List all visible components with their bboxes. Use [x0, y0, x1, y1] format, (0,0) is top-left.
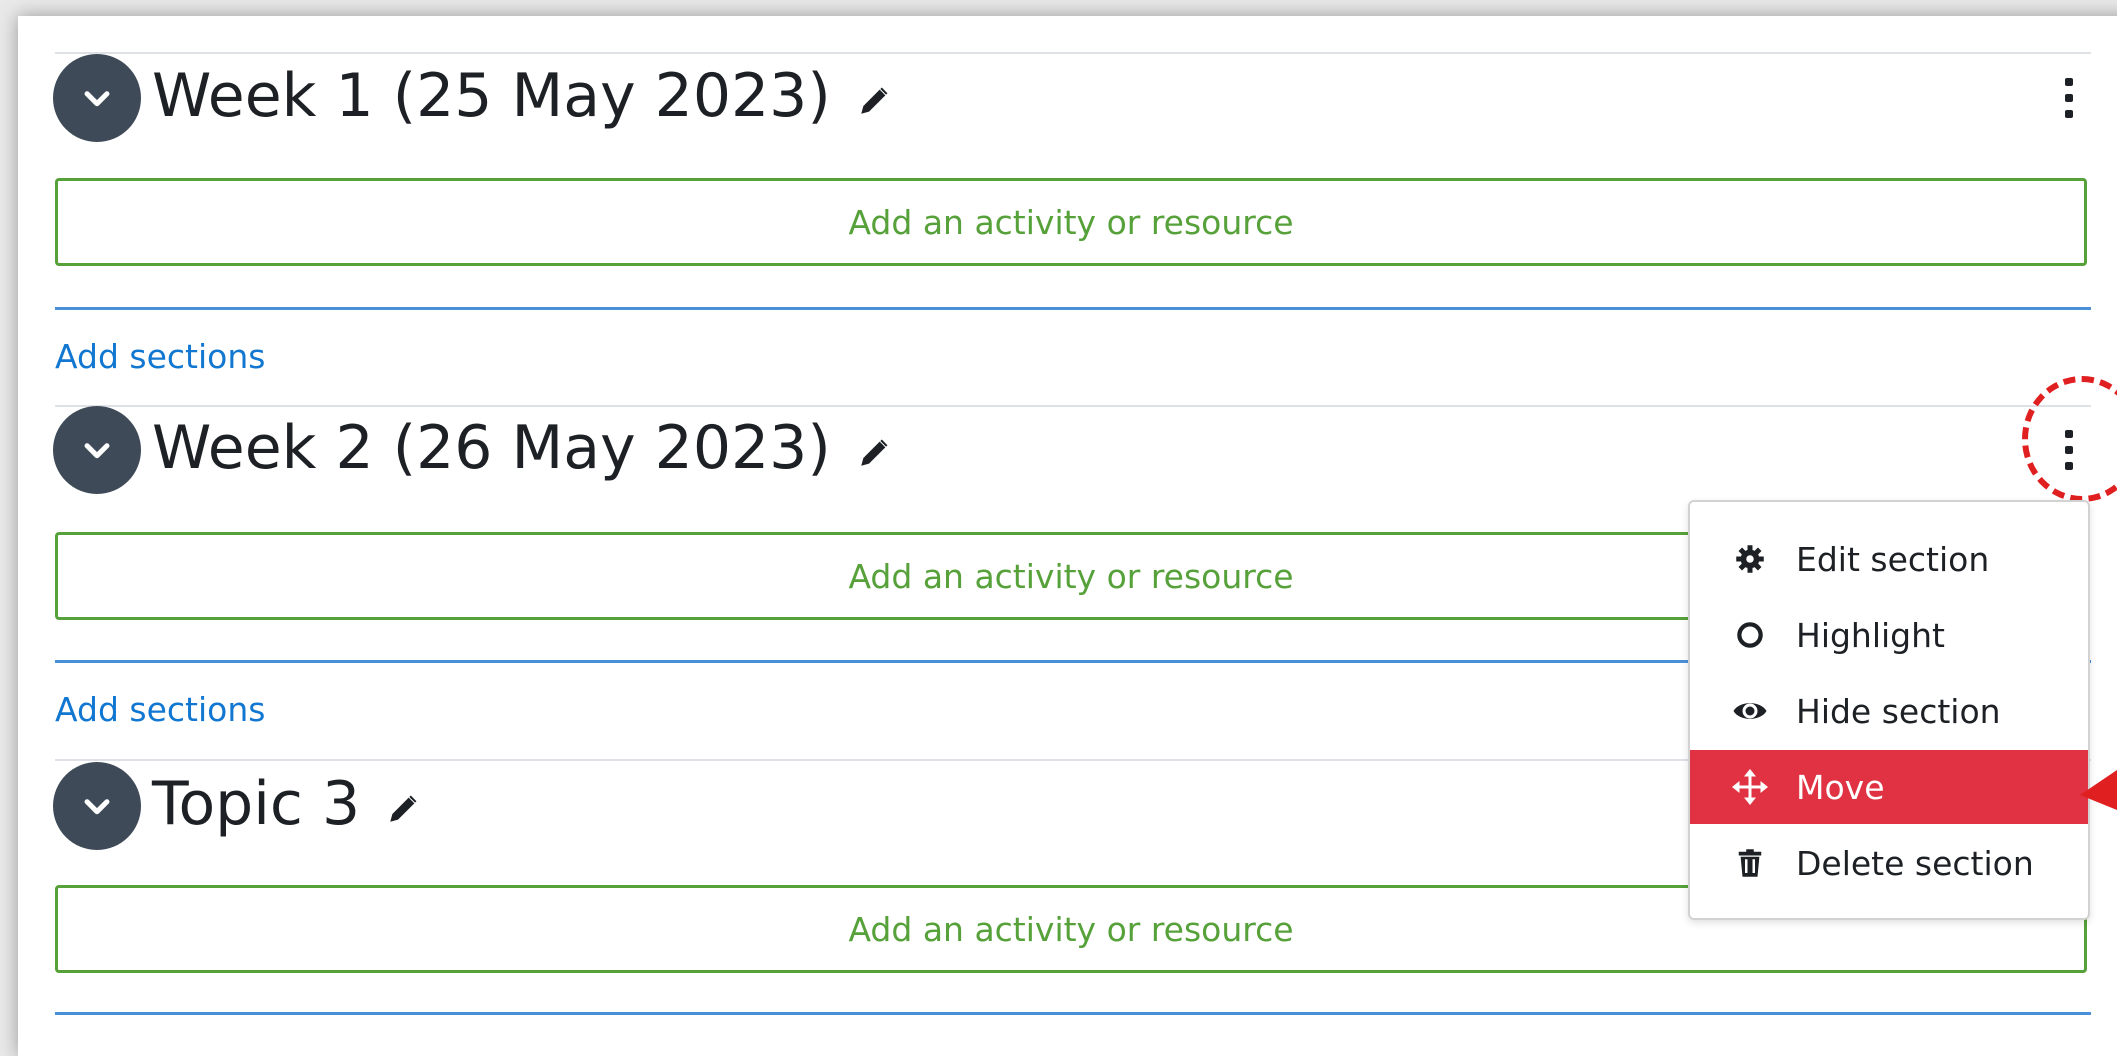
chevron-down-icon [84, 91, 110, 107]
pencil-icon[interactable] [857, 84, 891, 118]
menu-item-label: Delete section [1796, 843, 2034, 883]
add-sections-link[interactable]: Add sections [55, 340, 265, 373]
menu-item-label: Highlight [1796, 615, 1945, 655]
add-activity-button[interactable]: Add an activity or resource [55, 178, 2087, 266]
menu-item-delete-section[interactable]: Delete section [1690, 826, 2088, 900]
section-actions-kebab-icon[interactable] [2058, 78, 2080, 118]
section-title-text: Topic 3 [152, 769, 361, 839]
gear-icon [1730, 539, 1770, 579]
move-arrows-icon [1730, 767, 1770, 807]
section-title: Topic 3 [152, 774, 420, 834]
add-sections-link[interactable]: Add sections [55, 693, 265, 726]
kebab-dot [2065, 94, 2073, 102]
add-sections-divider [55, 1012, 2091, 1015]
section-title-text: Week 2 (26 May 2023) [152, 413, 831, 483]
circle-outline-icon [1730, 615, 1770, 655]
collapse-section-button[interactable] [53, 406, 141, 494]
menu-item-label: Edit section [1796, 539, 1990, 579]
pencil-icon[interactable] [386, 792, 420, 826]
menu-item-label: Hide section [1796, 691, 2001, 731]
menu-item-highlight[interactable]: Highlight [1690, 598, 2088, 672]
section-divider [55, 405, 2091, 407]
annotation-arrow-icon [2080, 770, 2117, 810]
section-actions-dropdown: Edit section Highlight Hide section Move… [1688, 500, 2090, 920]
chevron-down-icon [84, 443, 110, 459]
collapse-section-button[interactable] [53, 54, 141, 142]
add-sections-divider [55, 307, 2091, 310]
section-divider [55, 52, 2091, 54]
menu-item-edit-section[interactable]: Edit section [1690, 522, 2088, 596]
trash-icon [1730, 843, 1770, 883]
section-title-text: Week 1 (25 May 2023) [152, 61, 831, 131]
section-title: Week 2 (26 May 2023) [152, 418, 891, 478]
chevron-down-icon [84, 799, 110, 815]
menu-item-label: Move [1796, 767, 1885, 807]
menu-item-hide-section[interactable]: Hide section [1690, 674, 2088, 748]
collapse-section-button[interactable] [53, 762, 141, 850]
eye-icon [1730, 691, 1770, 731]
menu-item-move[interactable]: Move [1690, 750, 2088, 824]
pencil-icon[interactable] [857, 436, 891, 470]
kebab-dot [2065, 78, 2073, 86]
kebab-dot [2065, 110, 2073, 118]
section-title: Week 1 (25 May 2023) [152, 66, 891, 126]
